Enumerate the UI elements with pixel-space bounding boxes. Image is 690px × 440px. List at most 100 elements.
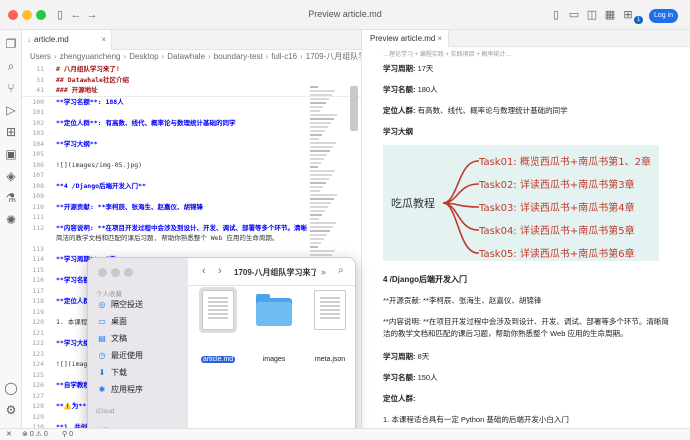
preview-tab[interactable]: Preview article.md × [363, 30, 449, 47]
preview-study-period-2: 学习周期: 8天 [383, 352, 430, 361]
minimap-line [310, 102, 326, 104]
preview-cut-line: …理论学习 + 编程实践 + 实践项目 + 概率统计… [383, 52, 512, 58]
close-window-button[interactable] [8, 10, 18, 20]
finder-sidebar-item[interactable]: ◎ 隔空投送 [96, 298, 144, 312]
finder-file[interactable]: meta.json [304, 290, 355, 366]
line-number: 102 [32, 118, 44, 127]
finder-search-icon[interactable]: ⌕ [338, 265, 344, 276]
minimap-line [310, 170, 335, 172]
test-icon[interactable]: ⚗ [3, 190, 19, 206]
finder-more-icon[interactable]: » [321, 267, 326, 277]
docker-icon[interactable]: ◈ [3, 168, 19, 184]
ports-indicator[interactable]: ⚲ 0 [62, 429, 73, 440]
minimap-line [310, 246, 318, 248]
breadcrumb-item[interactable]: full-c16 [271, 52, 297, 61]
code-line-text: 简洁的教学文档和匹配的课后习题, 帮助你熟悉整个 Web 应用的生命周期。 [56, 234, 279, 242]
copilot-icon[interactable]: ✺ [3, 212, 19, 228]
breadcrumb-separator: › [300, 52, 303, 61]
line-number: 129 [32, 412, 44, 421]
login-button[interactable]: Log in [649, 9, 679, 23]
breadcrumb-separator: › [123, 52, 127, 61]
finder-sidebar-item[interactable]: ▤ 文稿 [96, 332, 127, 346]
screen: ▯ ← → Preview article.md ▯ ▭ ◫ ▦ ⊞ 1 Log… [0, 0, 690, 440]
finder-file[interactable]: images [248, 290, 300, 366]
minimap-line [310, 210, 325, 212]
finder-forward-icon[interactable]: › [218, 265, 222, 277]
code-line[interactable]: 31 ## Datawhale社区介绍 [22, 75, 361, 86]
remote-explorer-icon[interactable]: ▣ [3, 146, 19, 162]
explorer-icon[interactable]: ❐ [3, 36, 19, 52]
account-icon[interactable]: ◯ [3, 380, 19, 396]
code-line-text: **开源贡献: **李柯辰、张海生、赵嘉仪、胡锦锋 [56, 202, 203, 211]
source-control-icon[interactable]: ⑂ [3, 80, 19, 96]
finder-sidebar-item[interactable]: ◷ 最近使用 [96, 349, 144, 363]
preview-target-2: 定位人群: [383, 394, 416, 403]
search-icon[interactable]: ⌕ [3, 58, 19, 74]
title-bar: ▯ ← → Preview article.md ▯ ▭ ◫ ▦ ⊞ 1 Log… [0, 0, 690, 30]
line-number: 109 [32, 192, 44, 200]
preview-tab-close-icon[interactable]: × [437, 30, 442, 47]
activity-bar: ❐ ⌕ ⑂ ▷ ⊞ ▣ ◈ ⚗ ✺ ◯ ⚙ [0, 30, 22, 428]
minimap-line [310, 178, 329, 180]
sidebar-toggle-icon[interactable]: ▯ [52, 7, 68, 23]
minimap-line [310, 114, 337, 116]
code-line[interactable]: 11 # 八月组队学习来了! [22, 64, 361, 75]
layout-sidebar-icon[interactable]: ▯ [548, 7, 564, 23]
finder-section-icloud: iCloud [96, 408, 115, 415]
extensions-activity-icon[interactable]: ⊞ [3, 124, 19, 140]
back-arrow-icon[interactable]: ← [68, 7, 84, 23]
finder-sidebar-item[interactable]: ✱ 应用程序 [96, 383, 143, 397]
editor-tab-article[interactable]: ↓ article.md × [22, 30, 112, 50]
line-number: 124 [32, 360, 44, 368]
breadcrumb-item[interactable]: 1709-八月组队学习来了 [306, 52, 361, 61]
finder-maximize-button[interactable] [124, 268, 133, 277]
status-bar: ✕ ⊗ 0 ⚠ 0 ⚲ 0 [0, 428, 690, 440]
breadcrumb-item[interactable]: Desktop [129, 52, 158, 61]
manage-gear-icon[interactable]: ⚙ [3, 402, 19, 418]
preview-target: 定位人群: 有高数、线代、概率论与数理统计基础的同学 [383, 106, 568, 115]
breadcrumb-item[interactable]: zhengyuancheng [60, 52, 121, 61]
breadcrumb-item[interactable]: Datawhale [167, 52, 205, 61]
finder-window[interactable]: 个人收藏 ◎隔空投送▭桌面▤文稿◷最近使用⬇下载✱应用程序 iCloud 位置 … [87, 257, 356, 440]
minimap-line [310, 234, 327, 236]
finder-file[interactable]: article.md [192, 290, 244, 366]
maximize-window-button[interactable] [36, 10, 46, 20]
editor-tab-label: article.md [34, 35, 69, 44]
line-number: 106 [32, 160, 44, 169]
minimap-line [310, 218, 319, 220]
code-line-text: ![](images/img-05.jpg) [56, 160, 143, 169]
minimap-line [310, 154, 327, 156]
minimap-line [310, 134, 322, 136]
problems-indicator[interactable]: ⊗ 0 ⚠ 0 [22, 429, 48, 440]
breadcrumb-item[interactable]: Users [30, 52, 51, 61]
minimap-line [310, 106, 323, 108]
code-line-text: **内容说明: **在项目开发过程中会涉及到设计、开发、调试、部署等多个环节。清… [56, 223, 307, 232]
finder-sidebar-item[interactable]: ⬇ 下载 [96, 366, 127, 380]
mindmap-task: Task03: 详读西瓜书+南瓜书第4章 [478, 201, 635, 214]
minimize-window-button[interactable] [22, 10, 32, 20]
tab-close-icon[interactable]: × [101, 30, 106, 50]
run-debug-icon[interactable]: ▷ [3, 102, 19, 118]
breadcrumb-separator: › [265, 52, 269, 61]
line-number: 117 [32, 286, 44, 295]
line-number: 116 [32, 276, 44, 284]
customize-layout-icon[interactable]: ▦ [602, 7, 618, 23]
layout-split-icon[interactable]: ◫ [584, 7, 600, 23]
line-number: 119 [32, 307, 44, 316]
desktop-icon: ▭ [98, 317, 106, 326]
finder-minimize-button[interactable] [111, 268, 120, 277]
finder-sidebar-label: 隔空投送 [111, 300, 143, 309]
minimap-line [310, 150, 330, 152]
finder-file-name: meta.json [314, 356, 346, 363]
finder-close-button[interactable] [98, 268, 107, 277]
layout-panel-icon[interactable]: ▭ [566, 7, 582, 23]
finder-sidebar-item[interactable]: ▭ 桌面 [96, 315, 127, 329]
breadcrumb-item[interactable]: boundary-test [214, 52, 263, 61]
editor-scrollbar[interactable] [350, 86, 358, 131]
finder-back-icon[interactable]: ‹ [202, 265, 206, 277]
forward-arrow-icon[interactable]: → [84, 7, 100, 23]
code-line-text: **学习名额**: 188人 [56, 97, 124, 106]
code-line-text: ## Datawhale社区介绍 [56, 75, 129, 84]
remote-indicator-icon[interactable]: ✕ [6, 429, 12, 440]
code-line-text: **定位人群**: 有高数、线代、概率论与数理统计基础的同学 [56, 118, 236, 127]
